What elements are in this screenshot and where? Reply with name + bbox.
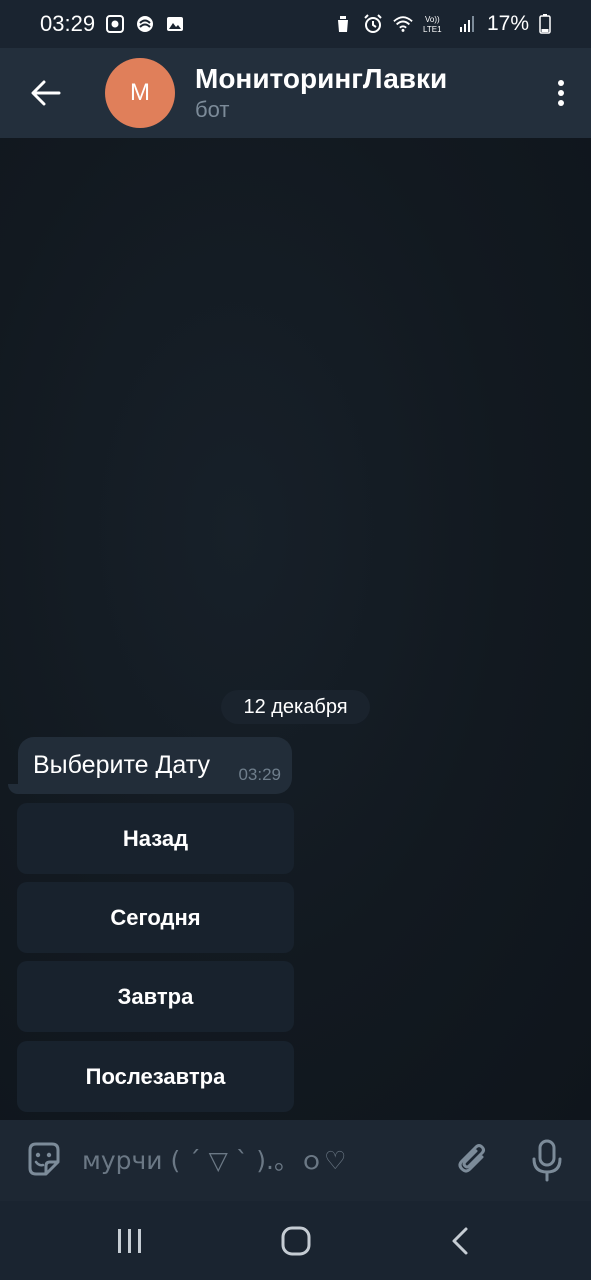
home-button[interactable]: [276, 1221, 316, 1261]
gallery-icon: [165, 14, 185, 34]
chat-area[interactable]: 12 декабря Выберите Дату 03:29 Назад Сег…: [0, 138, 591, 1120]
keyboard-button-day-after-tomorrow[interactable]: Послезавтра: [17, 1041, 294, 1112]
date-separator: 12 декабря: [221, 690, 370, 724]
arrow-left-icon: [31, 80, 61, 106]
recycle-icon: [333, 14, 353, 34]
microphone-icon: [532, 1139, 562, 1182]
battery-percent: 17%: [486, 12, 529, 35]
message-bubble[interactable]: Выберите Дату 03:29: [18, 737, 292, 794]
wifi-icon: [393, 14, 413, 34]
attach-button[interactable]: [452, 1140, 494, 1182]
chat-subtitle: бот: [195, 97, 230, 122]
menu-dot-icon: [558, 100, 564, 106]
svg-text:LTE1: LTE1: [423, 25, 442, 34]
sticker-icon: [28, 1142, 60, 1176]
recent-apps-icon: [118, 1229, 141, 1253]
alarm-icon: [363, 14, 383, 34]
avatar-letter: M: [130, 79, 150, 106]
signal-icon: [457, 14, 477, 34]
sticker-emoji-button[interactable]: [24, 1140, 64, 1180]
system-nav-bar: [0, 1201, 591, 1280]
system-back-button[interactable]: [440, 1221, 480, 1261]
status-time: 03:29: [40, 11, 96, 36]
title-block[interactable]: МониторингЛавки бот: [195, 62, 447, 124]
message-input[interactable]: [82, 1142, 422, 1178]
status-left: 03:29: [40, 11, 185, 37]
voice-message-button[interactable]: [526, 1138, 568, 1184]
message-text: Выберите Дату: [33, 751, 210, 779]
status-bar: 03:29 Vo)) LTE1 17%: [0, 0, 591, 48]
media-icon: [105, 14, 125, 34]
svg-text:Vo)): Vo)): [425, 15, 440, 24]
chat-title: МониторингЛавки: [195, 63, 448, 94]
keyboard-button-back[interactable]: Назад: [17, 803, 294, 874]
back-button[interactable]: [0, 48, 92, 138]
avatar[interactable]: M: [105, 58, 175, 128]
menu-dot-icon: [558, 90, 564, 96]
message-composer: [0, 1120, 591, 1201]
menu-dot-icon: [558, 80, 564, 86]
cast-icon: [135, 14, 155, 34]
keyboard-button-tomorrow[interactable]: Завтра: [17, 961, 294, 1032]
home-icon: [281, 1226, 311, 1256]
keyboard-button-today[interactable]: Сегодня: [17, 882, 294, 953]
volte-lte-icon: Vo)) LTE1: [423, 14, 447, 34]
status-right: Vo)) LTE1 17%: [333, 12, 551, 36]
recent-apps-button[interactable]: [110, 1221, 150, 1261]
message-time: 03:29: [238, 765, 281, 784]
paperclip-icon: [458, 1144, 485, 1173]
battery-icon: [539, 14, 551, 34]
chat-header: M МониторингЛавки бот: [0, 48, 591, 138]
chevron-left-icon: [452, 1227, 468, 1255]
more-options-button[interactable]: [551, 72, 571, 114]
